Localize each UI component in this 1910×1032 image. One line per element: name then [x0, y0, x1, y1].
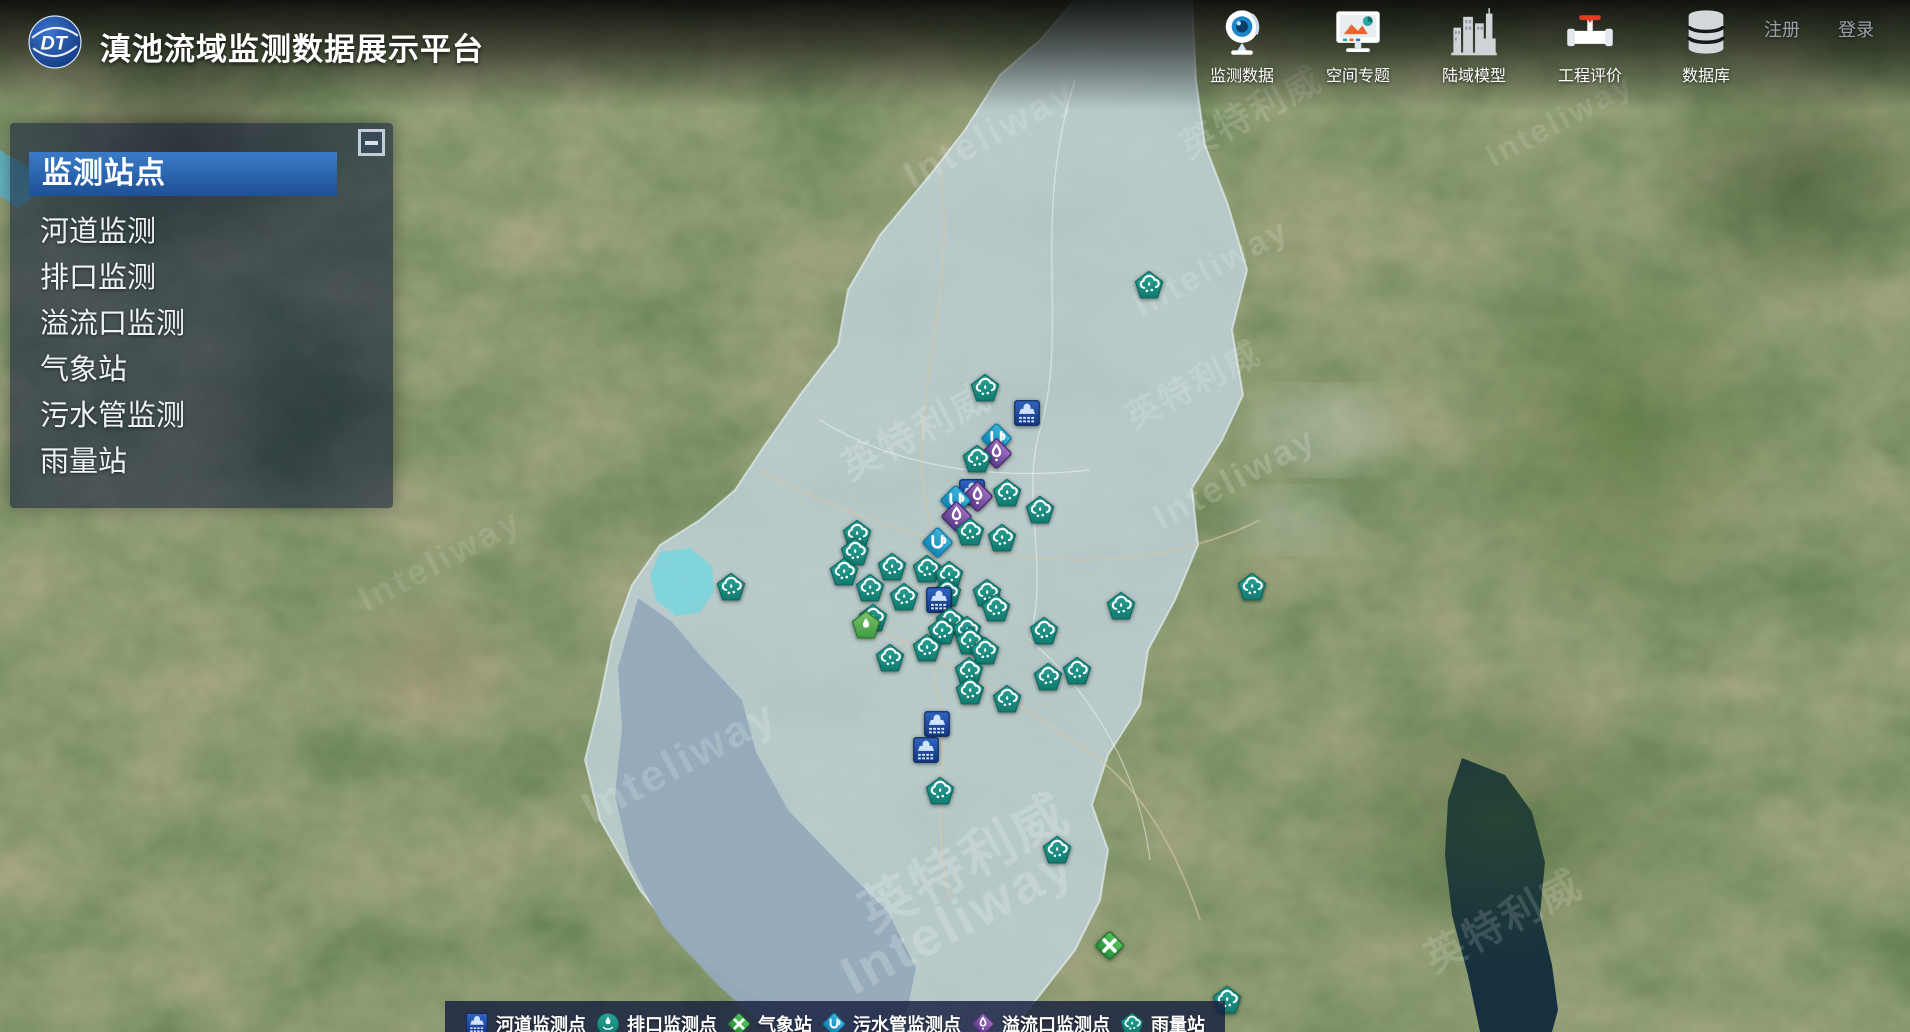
nav-item-monitor-data[interactable]: 监测数据	[1206, 4, 1278, 86]
weather-legend-icon	[727, 1012, 751, 1032]
buildings-icon	[1446, 4, 1502, 60]
rain-marker[interactable]	[970, 373, 1000, 403]
weather-marker[interactable]	[1094, 930, 1125, 961]
database-icon	[1678, 4, 1734, 60]
platform-logo: DT	[28, 15, 82, 69]
overflow-legend-icon	[971, 1012, 995, 1032]
login-link[interactable]: 登录	[1838, 16, 1874, 42]
nav-item-land-model[interactable]: 陆域模型	[1438, 4, 1510, 86]
minus-icon	[365, 141, 378, 145]
map-legend: 河道监测点 排口监测点 气象站 污水管监测点 溢流口监测点 雨量站	[445, 1001, 1225, 1032]
panel-minimize-button[interactable]	[358, 129, 385, 156]
rain-marker[interactable]	[1106, 591, 1136, 621]
sewage-legend-icon	[822, 1012, 846, 1032]
legend-item-overflow: 溢流口监测点	[971, 1011, 1110, 1032]
river-marker[interactable]	[1013, 399, 1041, 427]
station-panel: 监测站点 河道监测排口监测溢流口监测气象站污水管监测雨量站	[10, 123, 393, 508]
rain-marker[interactable]	[1025, 495, 1055, 525]
auth-links: 注册 登录	[1764, 16, 1874, 42]
nav-item-spatial-topic[interactable]: 空间专题	[1322, 4, 1394, 86]
panel-item-3[interactable]: 气象站	[10, 347, 393, 393]
outlet-legend-icon	[596, 1012, 620, 1032]
rain-marker[interactable]	[1029, 616, 1059, 646]
legend-item-river: 河道监测点	[465, 1011, 586, 1032]
legend-item-sewage: 污水管监测点	[822, 1011, 961, 1032]
nav-item-project-eval[interactable]: 工程评价	[1554, 4, 1626, 86]
rain-marker[interactable]	[955, 517, 985, 547]
rain-marker[interactable]	[1062, 656, 1092, 686]
rain-marker[interactable]	[955, 676, 985, 706]
nav-label: 陆域模型	[1442, 62, 1506, 86]
panel-title: 监测站点	[29, 152, 337, 196]
river-marker[interactable]	[923, 710, 951, 738]
register-link[interactable]: 注册	[1764, 16, 1800, 42]
legend-label: 溢流口监测点	[1002, 1011, 1110, 1032]
top-nav: 监测数据 空间专题 陆域模型 工程评价 数据库	[1206, 4, 1742, 86]
legend-label: 气象站	[758, 1011, 812, 1032]
nav-label: 数据库	[1682, 62, 1730, 86]
rain-marker[interactable]	[981, 593, 1011, 623]
rain-marker[interactable]	[855, 573, 885, 603]
rain-marker[interactable]	[962, 444, 992, 474]
nav-label: 监测数据	[1210, 62, 1274, 86]
rain-marker[interactable]	[875, 643, 905, 673]
svg-text:DT: DT	[40, 32, 68, 54]
panel-item-1[interactable]: 排口监测	[10, 255, 393, 301]
panel-item-0[interactable]: 河道监测	[10, 209, 393, 255]
rain-marker[interactable]	[987, 523, 1017, 553]
legend-label: 排口监测点	[627, 1011, 717, 1032]
legend-item-weather: 气象站	[727, 1011, 812, 1032]
nav-item-database[interactable]: 数据库	[1670, 4, 1742, 86]
rain-marker[interactable]	[1033, 662, 1063, 692]
legend-label: 雨量站	[1151, 1011, 1205, 1032]
page-title: 滇池流域监测数据展示平台	[100, 24, 484, 69]
rain-marker[interactable]	[992, 684, 1022, 714]
rain-marker[interactable]	[925, 776, 955, 806]
camera-icon	[1214, 4, 1270, 60]
panel-item-5[interactable]: 雨量站	[10, 439, 393, 485]
river-legend-icon	[465, 1012, 489, 1032]
legend-label: 污水管监测点	[853, 1011, 961, 1032]
legend-item-rain: 雨量站	[1120, 1011, 1205, 1032]
green-marker[interactable]	[851, 610, 881, 640]
legend-label: 河道监测点	[496, 1011, 586, 1032]
legend-item-outlet: 排口监测点	[596, 1011, 717, 1032]
rain-marker[interactable]	[889, 582, 919, 612]
valve-icon	[1562, 4, 1618, 60]
rain-marker[interactable]	[716, 572, 746, 602]
rain-marker[interactable]	[1134, 270, 1164, 300]
nav-label: 工程评价	[1558, 62, 1622, 86]
nav-label: 空间专题	[1326, 62, 1390, 86]
app-root: Inteliway英特利威InteliwayInteliway英特利威英特利威I…	[0, 0, 1910, 1032]
rain-marker[interactable]	[912, 633, 942, 663]
rain-legend-icon	[1120, 1012, 1144, 1032]
panel-menu: 河道监测排口监测溢流口监测气象站污水管监测雨量站	[10, 209, 393, 485]
panel-item-4[interactable]: 污水管监测	[10, 393, 393, 439]
rain-marker[interactable]	[1042, 835, 1072, 865]
monitor-icon	[1330, 4, 1386, 60]
rain-marker[interactable]	[1237, 572, 1267, 602]
river-marker[interactable]	[912, 736, 940, 764]
rain-marker[interactable]	[992, 478, 1022, 508]
panel-item-2[interactable]: 溢流口监测	[10, 301, 393, 347]
